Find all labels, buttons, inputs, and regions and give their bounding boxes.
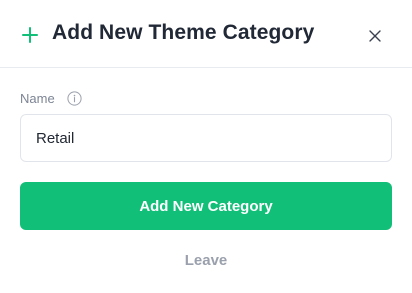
close-button[interactable] (364, 25, 386, 47)
dialog-header: Add New Theme Category (0, 0, 412, 68)
add-theme-category-dialog: Add New Theme Category Name Add New Cate… (0, 0, 412, 293)
info-icon[interactable] (67, 91, 82, 106)
plus-icon (22, 27, 38, 43)
add-new-category-button[interactable]: Add New Category (20, 182, 392, 230)
leave-button[interactable]: Leave (0, 252, 412, 269)
name-field-label: Name (20, 91, 55, 106)
close-icon (369, 30, 381, 42)
dialog-title: Add New Theme Category (52, 21, 315, 44)
name-input[interactable] (20, 114, 392, 162)
